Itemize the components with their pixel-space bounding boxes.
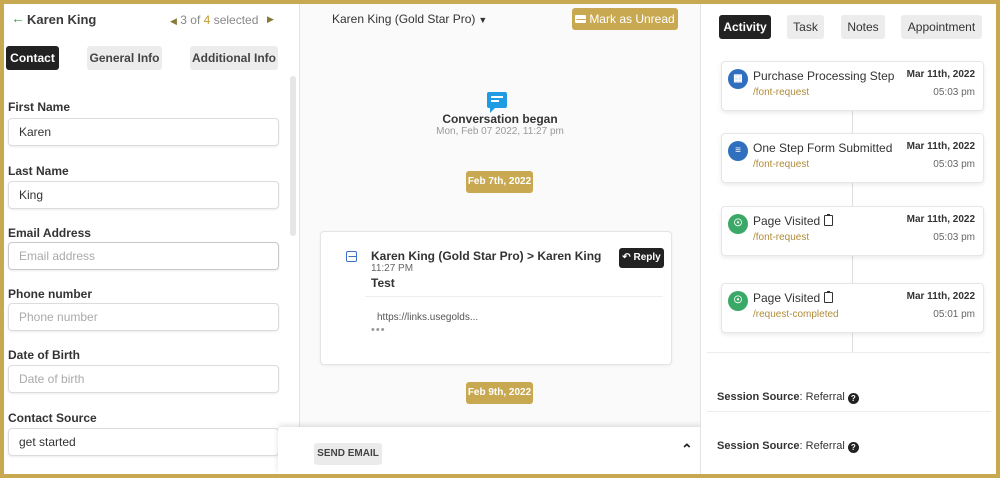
clipboard-icon[interactable] (824, 214, 834, 226)
caret-down-icon: ▼ (478, 15, 488, 25)
pager-current: 3 (180, 13, 187, 27)
chevron-up-icon[interactable]: ⌃ (681, 441, 693, 458)
message-divider (365, 296, 663, 297)
app-frame: ← Karen King ◀ 3 of 4 selected ▶ Contact… (4, 4, 996, 474)
conversation-contact-name: Karen King (Gold Star Pro) (332, 12, 476, 26)
prev-arrow-icon[interactable]: ◀ (170, 16, 177, 26)
activity-title-wrap: Page Visited (753, 214, 834, 228)
conversation-contact-select[interactable]: Karen King (Gold Star Pro) ▼ (332, 12, 487, 26)
session-source-label: Session Source (717, 391, 800, 403)
tab-general-info[interactable]: General Info (87, 46, 162, 70)
email-message-card: Karen King (Gold Star Pro) > Karen King … (320, 231, 672, 365)
date-pill: Feb 9th, 2022 (466, 382, 533, 404)
activity-item[interactable]: ≡ One Step Form Submitted /font-request … (721, 133, 984, 183)
activity-time: 05:01 pm (933, 309, 975, 320)
activity-title: Purchase Processing Step (753, 69, 895, 83)
activity-date: Mar 11th, 2022 (906, 141, 975, 152)
globe-icon: ☉ (728, 214, 748, 234)
message-link[interactable]: https://links.usegolds... (377, 312, 478, 323)
globe-icon: ☉ (728, 291, 748, 311)
contact-header: ← Karen King ◀ 3 of 4 selected ▶ (4, 4, 300, 36)
activity-date: Mar 11th, 2022 (906, 214, 975, 225)
contact-name: Karen King (27, 12, 97, 27)
pager-selected: selected (213, 13, 259, 27)
activity-path: /font-request (753, 232, 810, 243)
pager-total: 4 (203, 13, 211, 27)
last-name-label: Last Name (8, 164, 69, 178)
pager: ◀ 3 of 4 selected ▶ (170, 13, 274, 27)
next-arrow-icon[interactable]: ▶ (267, 14, 274, 25)
email-label: Email Address (8, 226, 91, 240)
date-pill: Feb 7th, 2022 (466, 171, 533, 193)
session-source-value: Referral (805, 440, 845, 452)
activity-title: Page Visited (753, 214, 821, 228)
help-icon[interactable]: ? (847, 393, 859, 404)
chat-icon (487, 92, 507, 113)
activity-path: /font-request (753, 87, 810, 98)
contact-panel: ← Karen King ◀ 3 of 4 selected ▶ Contact… (4, 4, 300, 474)
activity-panel: Activity Task Notes Appointment ▦ Purcha… (700, 4, 996, 474)
session-source-label: Session Source (717, 440, 800, 452)
conversation-began-title: Conversation began (442, 112, 558, 126)
tab-additional-info[interactable]: Additional Info (190, 46, 278, 70)
contact-source-field[interactable] (8, 428, 279, 456)
message-time: 11:27 PM (371, 263, 414, 274)
activity-path: /request-completed (753, 309, 839, 320)
conversation-panel: Karen King (Gold Star Pro) ▼ Mark as Unre… (300, 4, 700, 474)
mark-unread-label: Mark as Unread (589, 12, 675, 26)
phone-label: Phone number (8, 287, 93, 301)
email-field[interactable] (8, 242, 279, 270)
activity-time: 05:03 pm (933, 87, 975, 98)
last-name-field[interactable] (8, 181, 279, 209)
activity-time: 05:03 pm (933, 232, 975, 243)
contact-scrollbar[interactable] (290, 76, 296, 236)
tab-contact[interactable]: Contact (6, 46, 59, 70)
clipboard-icon[interactable] (824, 291, 834, 303)
activity-title: Page Visited (753, 291, 821, 305)
tab-task[interactable]: Task (787, 15, 824, 39)
compose-bar: SEND EMAIL ⌃ (278, 427, 714, 474)
tab-appointment[interactable]: Appointment (901, 15, 982, 39)
tab-activity[interactable]: Activity (719, 15, 771, 39)
tab-notes[interactable]: Notes (841, 15, 885, 39)
help-icon[interactable]: ? (847, 442, 859, 453)
dob-field[interactable] (8, 365, 279, 393)
send-email-button[interactable]: SEND EMAIL (314, 443, 382, 465)
activity-date: Mar 11th, 2022 (906, 291, 975, 302)
reply-label: Reply (633, 252, 661, 263)
message-subject: Test (371, 276, 395, 290)
briefcase-icon: ▦ (728, 69, 748, 89)
mark-unread-button[interactable]: Mark as Unread (572, 8, 678, 30)
reply-button[interactable]: ↶ Reply (619, 248, 664, 268)
arrow-left-icon[interactable]: ← (11, 11, 25, 25)
form-icon: ≡ (728, 141, 748, 161)
section-divider (707, 411, 991, 412)
activity-time: 05:03 pm (933, 159, 975, 170)
activity-item[interactable]: ☉ Page Visited /request-completed Mar 11… (721, 283, 984, 333)
session-source: Session Source: Referral? (717, 391, 859, 404)
dob-label: Date of Birth (8, 348, 80, 362)
contact-form: First Name Last Name Email Address Phone… (4, 86, 290, 474)
email-icon (346, 251, 357, 262)
pager-of: of (190, 13, 201, 27)
activity-title-wrap: Page Visited (753, 291, 834, 305)
contact-source-label: Contact Source (8, 411, 97, 425)
message-from: Karen King (Gold Star Pro) > Karen King (371, 249, 602, 263)
session-source: Session Source: Referral? (717, 440, 859, 453)
envelope-icon (575, 15, 587, 23)
activity-title: One Step Form Submitted (753, 141, 893, 155)
activity-item[interactable]: ☉ Page Visited /font-request Mar 11th, 2… (721, 206, 984, 256)
conversation-began-date: Mon, Feb 07 2022, 11:27 pm (436, 126, 564, 137)
reply-icon: ↶ (622, 252, 634, 263)
first-name-field[interactable] (8, 118, 279, 146)
phone-field[interactable] (8, 303, 279, 331)
activity-date: Mar 11th, 2022 (906, 69, 975, 80)
more-dots-icon[interactable]: ••• (371, 324, 386, 336)
activity-path: /font-request (753, 159, 810, 170)
session-source-value: Referral (805, 391, 845, 403)
activity-item[interactable]: ▦ Purchase Processing Step /font-request… (721, 61, 984, 111)
first-name-label: First Name (8, 100, 71, 114)
section-divider (707, 352, 991, 353)
